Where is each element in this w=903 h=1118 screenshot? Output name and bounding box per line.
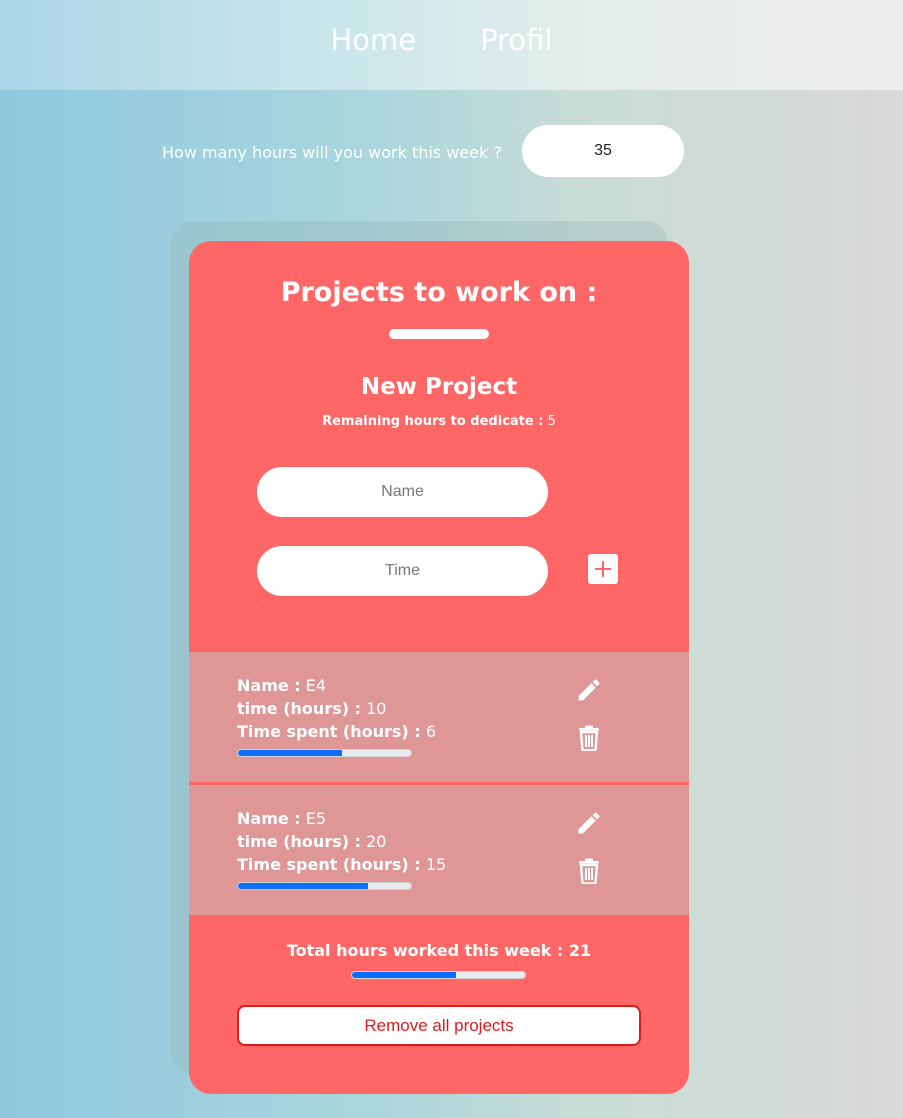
project-time-spent-label: Time spent (hours) : — [237, 722, 421, 741]
delete-project-button[interactable] — [573, 855, 605, 887]
remove-all-projects-button[interactable]: Remove all projects — [237, 1005, 641, 1046]
project-time-spent-label: Time spent (hours) : — [237, 855, 421, 874]
project-time-label: time (hours) : — [237, 832, 362, 851]
project-progress-bar — [237, 882, 412, 890]
top-navbar: Home Profil — [0, 0, 903, 90]
nav-links: Home Profil — [331, 23, 553, 57]
project-time-value: 10 — [366, 699, 387, 718]
trash-icon — [579, 725, 599, 751]
nav-link-profil[interactable]: Profil — [480, 23, 552, 57]
trash-icon — [579, 858, 599, 884]
card-title: Projects to work on : — [280, 277, 598, 308]
project-progress-fill — [238, 750, 342, 756]
total-hours-label: Total hours worked this week : — [286, 941, 564, 960]
remaining-hours-label: Remaining hours to dedicate : — [322, 414, 544, 429]
total-progress-bar — [351, 971, 526, 979]
project-time-input[interactable] — [257, 546, 548, 596]
pencil-icon — [578, 812, 600, 834]
title-underline — [389, 329, 489, 339]
remaining-hours-value: 5 — [547, 414, 556, 429]
project-info: Name : E5 time (hours) : 20 Time spent (… — [237, 807, 446, 876]
weekly-hours-label: How many hours will you work this week ? — [162, 143, 502, 162]
plus-icon — [595, 561, 611, 577]
total-progress-fill — [352, 972, 456, 978]
total-hours-value: 21 — [568, 941, 592, 960]
project-time-spent-value: 6 — [425, 722, 436, 741]
pencil-icon — [578, 679, 600, 701]
project-name-value: E4 — [305, 676, 327, 695]
project-item: Name : E5 time (hours) : 20 Time spent (… — [189, 785, 689, 915]
new-project-title: New Project — [360, 374, 518, 400]
weekly-hours-row: How many hours will you work this week ? — [0, 125, 903, 177]
project-name-input[interactable] — [257, 467, 548, 517]
delete-project-button[interactable] — [573, 722, 605, 754]
projects-card: Projects to work on : New Project Remain… — [189, 241, 689, 1094]
edit-project-button[interactable] — [573, 674, 605, 706]
remaining-hours: Remaining hours to dedicate : 5 — [189, 414, 689, 429]
project-name-label: Name : — [237, 676, 301, 695]
weekly-hours-input[interactable] — [522, 125, 684, 177]
project-progress-bar — [237, 749, 412, 757]
nav-link-home[interactable]: Home — [331, 23, 417, 57]
project-time-spent-value: 15 — [425, 855, 447, 874]
edit-project-button[interactable] — [573, 807, 605, 839]
project-progress-fill — [238, 883, 368, 889]
project-info: Name : E4 time (hours) : 10 Time spent (… — [237, 674, 436, 743]
project-time-value: 20 — [366, 832, 387, 851]
total-hours: Total hours worked this week : 21 — [189, 941, 689, 960]
project-item: Name : E4 time (hours) : 10 Time spent (… — [189, 652, 689, 782]
project-time-label: time (hours) : — [237, 699, 362, 718]
project-name-value: E5 — [305, 809, 327, 828]
add-project-button[interactable] — [588, 554, 618, 584]
project-name-label: Name : — [237, 809, 301, 828]
